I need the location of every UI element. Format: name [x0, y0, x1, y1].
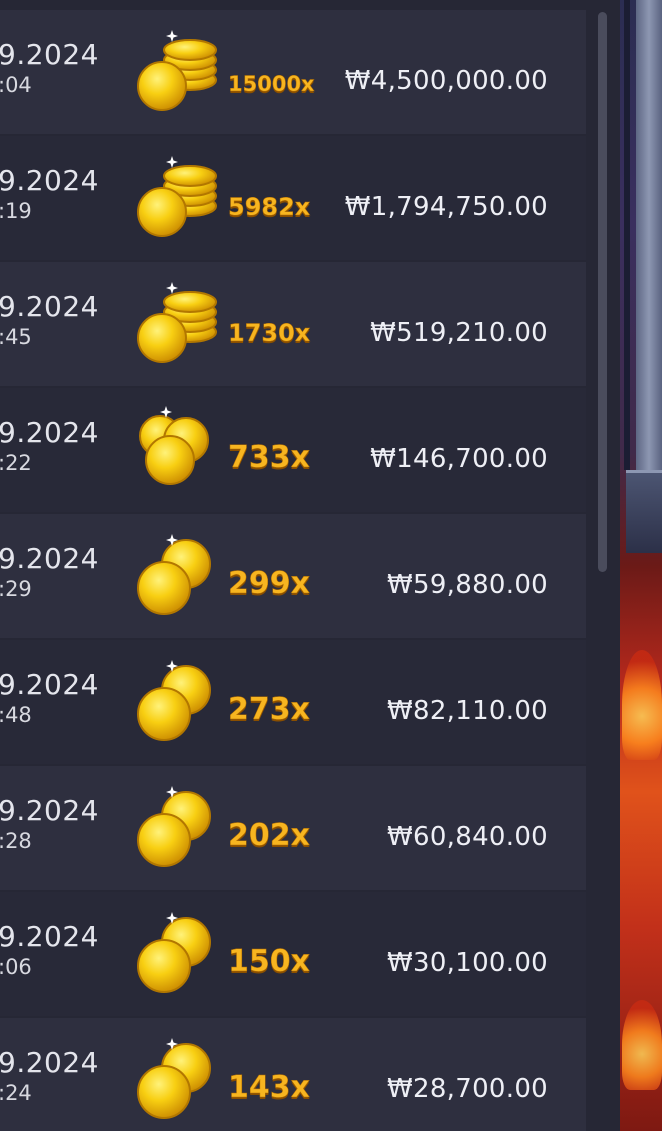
row-time: :45: [0, 325, 32, 349]
row-time: :28: [0, 829, 32, 853]
background-ornament: [626, 470, 662, 553]
win-history-row[interactable]: 9.2024:45 1730x ₩519,210.00: [0, 262, 586, 386]
row-multiplier: 15000x: [228, 72, 315, 97]
row-win-amount: ₩82,110.00: [386, 696, 548, 726]
background-pillar-edge: [624, 0, 630, 470]
win-history-row[interactable]: 9.2024:04 15000x ₩4,500,000.00: [0, 10, 586, 134]
row-date: 9.2024: [0, 164, 99, 197]
coin-pair-icon: [132, 910, 222, 1000]
row-date: 9.2024: [0, 920, 99, 953]
coin-pair-icon: [132, 1036, 222, 1126]
row-multiplier: 299x: [228, 566, 310, 602]
coin-stack-large-icon: [132, 154, 222, 244]
row-date: 9.2024: [0, 290, 99, 323]
win-history-row[interactable]: 9.2024:29 299x ₩59,880.00: [0, 514, 586, 638]
coin-stack-large-icon: [132, 280, 222, 370]
row-win-amount: ₩59,880.00: [386, 570, 548, 600]
win-history-row[interactable]: 9.2024:19 5982x ₩1,794,750.00: [0, 136, 586, 260]
win-history-row[interactable]: 9.2024:48 273x ₩82,110.00: [0, 640, 586, 764]
background-pillar: [636, 0, 662, 470]
row-date: 9.2024: [0, 416, 99, 449]
row-time: :04: [0, 73, 32, 97]
row-multiplier: 143x: [228, 1070, 310, 1106]
row-win-amount: ₩146,700.00: [370, 444, 548, 474]
row-multiplier: 1730x: [228, 319, 311, 348]
row-date: 9.2024: [0, 542, 99, 575]
row-win-amount: ₩519,210.00: [370, 318, 548, 348]
background-flame: [622, 650, 662, 760]
row-date: 9.2024: [0, 668, 99, 701]
row-time: :24: [0, 1081, 32, 1105]
list-scrollbar-thumb[interactable]: [598, 12, 607, 572]
win-history-row[interactable]: 9.2024:22 733x ₩146,700.00: [0, 388, 586, 512]
row-win-amount: ₩1,794,750.00: [344, 192, 548, 222]
row-multiplier: 5982x: [228, 193, 311, 222]
big-wins-list-panel[interactable]: 9.2024:04 15000x ₩4,500,000.00 9.2024:19 598…: [0, 0, 620, 1131]
background-flame: [622, 1000, 662, 1090]
row-date: 9.2024: [0, 38, 99, 71]
coin-stack-large-icon: [132, 28, 222, 118]
row-time: :48: [0, 703, 32, 727]
win-history-row[interactable]: 9.2024:28 202x ₩60,840.00: [0, 766, 586, 890]
row-time: :22: [0, 451, 32, 475]
win-history-row[interactable]: 9.2024:24 143x ₩28,700.00: [0, 1018, 586, 1131]
row-multiplier: 733x: [228, 440, 310, 476]
row-time: :19: [0, 199, 32, 223]
coin-pair-icon: [132, 784, 222, 874]
row-time: :29: [0, 577, 32, 601]
row-multiplier: 150x: [228, 944, 310, 980]
row-time: :06: [0, 955, 32, 979]
row-win-amount: ₩28,700.00: [386, 1074, 548, 1104]
row-win-amount: ₩60,840.00: [386, 822, 548, 852]
row-multiplier: 273x: [228, 692, 310, 728]
row-multiplier: 202x: [228, 818, 310, 854]
row-win-amount: ₩4,500,000.00: [344, 66, 548, 96]
win-history-row[interactable]: 9.2024:06 150x ₩30,100.00: [0, 892, 586, 1016]
row-win-amount: ₩30,100.00: [386, 948, 548, 978]
coin-triple-icon: [132, 406, 222, 496]
row-date: 9.2024: [0, 794, 99, 827]
row-date: 9.2024: [0, 1046, 99, 1079]
coin-pair-icon: [132, 658, 222, 748]
game-screen: 9.2024:04 15000x ₩4,500,000.00 9.2024:19 598…: [0, 0, 662, 1131]
coin-pair-icon: [132, 532, 222, 622]
